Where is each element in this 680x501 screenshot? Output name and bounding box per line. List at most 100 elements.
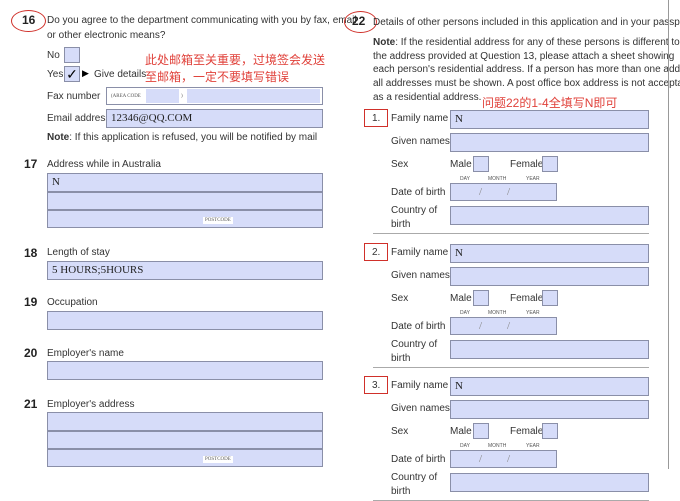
given-names-field[interactable] <box>450 266 649 286</box>
day-label: DAY <box>460 443 470 449</box>
day-label: DAY <box>460 309 470 316</box>
dob-slash: / <box>507 319 511 332</box>
q16-question: Do you agree to the department communica… <box>47 15 357 26</box>
divider <box>373 366 649 368</box>
year-label: YEAR <box>526 443 540 449</box>
q17-label: Address while in Australia <box>47 159 161 170</box>
q18-label: Length of stay <box>47 247 110 258</box>
sex-label: Sex <box>391 292 409 304</box>
female-checkbox[interactable] <box>542 423 558 439</box>
dob-field[interactable]: / / <box>450 183 557 201</box>
family-name-field[interactable]: N <box>450 243 649 263</box>
country-of-birth-label-line2: birth <box>391 486 411 497</box>
postcode-label: POSTCODE <box>203 456 233 463</box>
country-of-birth-label: Country of <box>391 472 438 483</box>
country-of-birth-label-line2: birth <box>391 352 411 364</box>
length-of-stay-field[interactable]: 5 HOURS;5HOURS <box>47 261 323 280</box>
dob-field[interactable]: / / <box>450 450 557 468</box>
dob-slash: / <box>507 453 511 465</box>
dob-label: Date of birth <box>391 454 446 465</box>
month-label: MONTH <box>488 176 507 182</box>
q19-number: 19 <box>24 295 38 309</box>
given-names-label: Given names <box>391 136 450 147</box>
dob-field[interactable]: / / <box>450 316 557 335</box>
q17-number: 17 <box>24 157 38 171</box>
email-field[interactable]: 12346@QQ.COM <box>106 109 323 128</box>
male-checkbox[interactable] <box>473 156 489 172</box>
q22-question: Details of other persons included in thi… <box>373 17 680 28</box>
note-line: the address provided at Question 13, ple… <box>373 50 675 62</box>
male-checkbox[interactable] <box>473 423 489 439</box>
person-number: 1. <box>372 113 381 124</box>
country-of-birth-field[interactable] <box>450 339 649 359</box>
give-details-label: Give details <box>94 69 147 80</box>
month-label: MONTH <box>488 309 507 316</box>
employer-address-line1[interactable] <box>47 412 323 431</box>
day-label: DAY <box>460 176 470 182</box>
male-checkbox[interactable] <box>473 289 489 306</box>
q22-number: 22 <box>352 14 366 28</box>
q19-label: Occupation <box>47 297 98 308</box>
postcode-label: POSTCODE <box>203 217 233 224</box>
no-label: No <box>47 50 60 61</box>
address-line3-field[interactable]: POSTCODE <box>47 210 323 228</box>
month-label: MONTH <box>488 443 507 449</box>
fax-input[interactable] <box>187 89 320 103</box>
family-name-field[interactable]: N <box>450 377 649 396</box>
country-of-birth-field[interactable] <box>450 206 649 225</box>
female-checkbox[interactable] <box>542 156 558 172</box>
dob-label: Date of birth <box>391 320 446 332</box>
fax-number-field[interactable]: (AREA CODE ) <box>106 87 323 105</box>
area-code-input[interactable] <box>146 89 179 103</box>
family-name-label: Family name <box>391 113 449 124</box>
country-of-birth-field[interactable] <box>450 473 649 492</box>
employer-address-line3[interactable]: POSTCODE <box>47 449 323 467</box>
note-bold: Note <box>47 132 70 143</box>
q16-number: 16 <box>22 13 36 27</box>
q16-note: Note: If this application is refused, yo… <box>47 132 317 143</box>
address-line2-field[interactable] <box>47 192 323 210</box>
q20-number: 20 <box>24 346 38 360</box>
q21-label: Employer's address <box>47 399 135 410</box>
q21-number: 21 <box>24 397 38 411</box>
given-names-field[interactable] <box>450 400 649 419</box>
address-line1-field[interactable]: N <box>47 173 323 192</box>
female-label: Female <box>510 292 544 304</box>
person-number: 3. <box>372 380 381 391</box>
q20-label: Employer's name <box>47 348 124 359</box>
female-label: Female <box>510 159 544 170</box>
male-label: Male <box>450 426 472 437</box>
arrow-right-icon: ▶ <box>82 68 89 78</box>
fax-label: Fax number <box>47 91 101 102</box>
dob-slash: / <box>479 319 483 332</box>
family-name-label: Family name <box>391 246 449 258</box>
year-label: YEAR <box>526 309 540 316</box>
page-edge-line <box>668 0 669 469</box>
no-checkbox[interactable] <box>64 47 80 63</box>
dob-slash: / <box>507 186 511 198</box>
yes-checkbox[interactable]: ✓ <box>64 66 80 82</box>
year-label: YEAR <box>526 176 540 182</box>
area-code-label: (AREA CODE <box>111 94 141 99</box>
q18-number: 18 <box>24 246 38 260</box>
family-name-label: Family name <box>391 380 449 391</box>
occupation-field[interactable] <box>47 311 323 330</box>
male-label: Male <box>450 292 472 304</box>
note-line: each person's residential address. If a … <box>373 64 680 76</box>
person-number: 2. <box>372 246 381 258</box>
dob-slash: / <box>479 186 483 198</box>
annotation-email: 此处邮箱至关重要，过境签会发送 <box>145 53 326 67</box>
dob-slash: / <box>479 453 483 465</box>
email-label: Email address <box>47 113 111 124</box>
family-name-field[interactable]: N <box>450 110 649 129</box>
q16-question-line2: or other electronic means? <box>47 30 166 41</box>
area-code-close: ) <box>181 94 183 99</box>
country-of-birth-label: Country of <box>391 338 438 350</box>
female-checkbox[interactable] <box>542 289 558 306</box>
given-names-field[interactable] <box>450 133 649 152</box>
employer-address-line2[interactable] <box>47 431 323 449</box>
employer-name-field[interactable] <box>47 361 323 380</box>
given-names-label: Given names <box>391 403 450 414</box>
country-of-birth-label-line2: birth <box>391 219 411 230</box>
country-of-birth-label: Country of <box>391 205 438 216</box>
